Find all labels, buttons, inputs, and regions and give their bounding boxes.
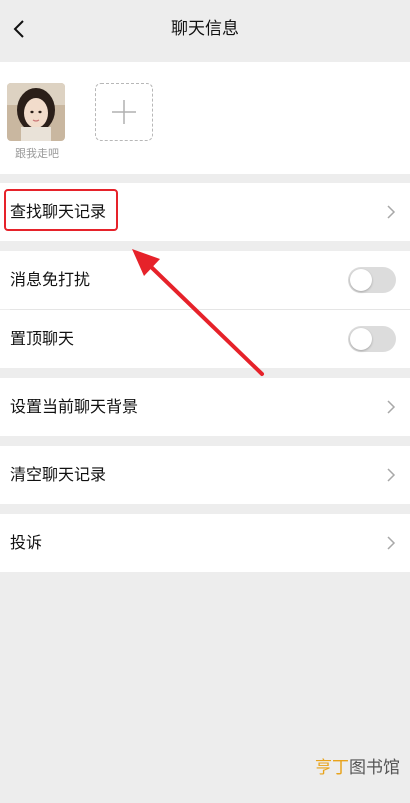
chevron-right-icon (387, 536, 396, 550)
plus-icon (112, 100, 136, 124)
report-label: 投诉 (10, 533, 43, 552)
top-bar: 聊天信息 (0, 0, 410, 60)
mute-toggle[interactable] (348, 267, 396, 293)
toggle-knob (350, 269, 372, 291)
pin-row: 置顶聊天 (0, 310, 410, 368)
chevron-right-icon (387, 400, 396, 414)
add-member-button[interactable] (95, 83, 153, 141)
chevron-right-icon (387, 205, 396, 219)
mute-label: 消息免打扰 (10, 270, 91, 289)
pin-label: 置顶聊天 (10, 329, 75, 348)
member-avatar-item[interactable]: 跟我走吧 (7, 83, 67, 161)
background-label: 设置当前聊天背景 (10, 397, 139, 416)
mute-row: 消息免打扰 (0, 251, 410, 309)
watermark: 亨丁图书馆 (315, 758, 400, 778)
toggle-knob (350, 328, 372, 350)
chevron-right-icon (387, 468, 396, 482)
search-history-row[interactable]: 查找聊天记录 (0, 183, 410, 241)
member-name: 跟我走吧 (15, 147, 59, 160)
watermark-part1: 亨丁 (315, 758, 349, 778)
page-title: 聊天信息 (171, 19, 239, 39)
avatar (7, 83, 65, 141)
background-row[interactable]: 设置当前聊天背景 (0, 378, 410, 436)
report-row[interactable]: 投诉 (0, 514, 410, 572)
clear-history-row[interactable]: 清空聊天记录 (0, 446, 410, 504)
clear-history-label: 清空聊天记录 (10, 465, 107, 484)
search-history-label: 查找聊天记录 (10, 202, 107, 221)
pin-toggle[interactable] (348, 326, 396, 352)
watermark-part2: 图书馆 (349, 758, 400, 778)
